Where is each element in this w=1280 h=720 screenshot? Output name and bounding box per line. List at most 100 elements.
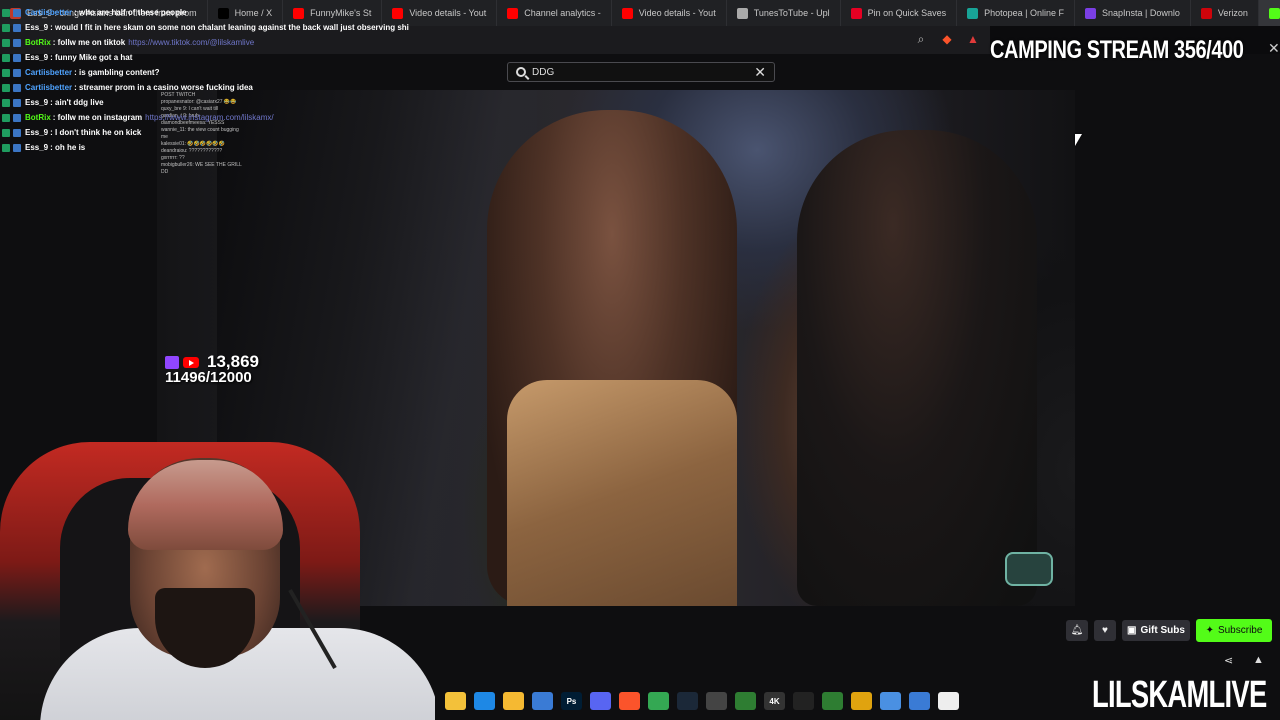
app2-icon[interactable] (735, 692, 756, 710)
search-box[interactable]: DDG ✕ (507, 62, 775, 82)
chat-username: BotRix (25, 38, 51, 47)
browser-tab[interactable]: Pin on Quick Saves (841, 0, 958, 26)
share-icon[interactable]: ⋖ (1224, 654, 1233, 667)
chat-username: Ess_9 (25, 53, 49, 62)
youtube-icon (183, 356, 199, 368)
chat-message: Ess_9: would I fit in here skam on some … (2, 20, 409, 35)
chat-username: Ess_9 (25, 23, 49, 32)
heart-icon: ♥ (1102, 625, 1108, 636)
embedded-chat-line: DD (161, 169, 169, 175)
chat-message: Cartiisbetter: streamer prom in a casino… (2, 80, 402, 95)
kick-badge-icon (2, 143, 10, 152)
kick-badge-icon (2, 8, 10, 17)
notification-bell-button[interactable]: 🔔︎ (1066, 620, 1088, 641)
chat-text: : would I fit in here skam on some non c… (50, 23, 409, 32)
brave-shield-icon[interactable]: ◆ (940, 32, 954, 46)
store-icon[interactable] (532, 692, 553, 710)
bell-icon: 🔔︎ (1070, 625, 1084, 636)
file-icon[interactable] (938, 692, 959, 710)
video-watermark-logo (1005, 552, 1053, 586)
4k-icon[interactable]: 4K (764, 692, 785, 710)
follow-heart-button[interactable]: ♥ (1094, 620, 1116, 641)
app3-icon[interactable] (793, 692, 814, 710)
folder-icon[interactable] (503, 692, 524, 710)
close-icon[interactable]: ✕ (1268, 40, 1280, 57)
steam-icon[interactable] (677, 692, 698, 710)
app-icon[interactable] (706, 692, 727, 710)
gift-subs-label: Gift Subs (1140, 625, 1185, 636)
chat-message: BotRix: follw me on instagram https://www… (2, 110, 402, 125)
photoshop-icon[interactable]: Ps (561, 692, 582, 710)
gift-icon: ▣ (1127, 625, 1137, 636)
doc-icon[interactable] (880, 692, 901, 710)
browser-tab[interactable]: Photopea | Online F (957, 0, 1076, 26)
kick-badge-icon (2, 38, 10, 47)
zoom-icon[interactable]: ⌕ (914, 32, 928, 46)
chat-username: Cartiisbetter (25, 83, 73, 92)
tab-label: SnapInsta | Downlo (1102, 8, 1180, 18)
mouse-cursor (1075, 134, 1082, 146)
tab-label: Channel analytics - (524, 8, 601, 18)
app6-icon[interactable] (909, 692, 930, 710)
chat-text: : ain't ddg live (50, 98, 104, 107)
search-icon (516, 67, 526, 77)
chat-message: Ess_9: oh he is (2, 140, 402, 155)
explorer-icon[interactable] (445, 692, 466, 710)
kick-badge-icon (2, 128, 10, 137)
stream-title: CAMPING STREAM 356/400 (990, 36, 1244, 64)
browser-tab[interactable]: DDG (1258, 0, 1280, 26)
chat-username: Ess_9 (25, 143, 49, 152)
screen: Ess_9 : cringe Asians ban them from prom… (0, 0, 1280, 720)
tab-favicon-icon (507, 7, 519, 19)
browser-tab[interactable]: Video details - Yout (612, 0, 727, 26)
browser-tab[interactable]: TunesToTube - Upl (727, 0, 841, 26)
tab-favicon-icon (1200, 7, 1212, 19)
tab-favicon-icon (967, 7, 979, 19)
chat-text: : is gambling content? (74, 68, 160, 77)
channel-brand: LILSKAMLIVE (1092, 674, 1267, 716)
user-badge-icon (13, 23, 21, 32)
app5-icon[interactable] (851, 692, 872, 710)
gift-subs-button[interactable]: ▣ Gift Subs (1122, 620, 1190, 641)
chat-text: : I don't think he on kick (50, 128, 142, 137)
report-icon[interactable]: ▲ (1253, 654, 1264, 666)
browser-tab[interactable]: SnapInsta | Downlo (1075, 0, 1191, 26)
user-badge-icon (13, 83, 21, 92)
subscribe-label: Subscribe (1217, 625, 1263, 636)
kick-badge-icon (2, 23, 10, 32)
brave-rewards-icon[interactable]: ▲ (966, 32, 980, 46)
brave-icon[interactable] (619, 692, 640, 710)
tab-favicon-icon (621, 7, 633, 19)
user-badge-icon (13, 143, 21, 152)
chat-message: Ess_9: ain't ddg live (2, 95, 402, 110)
chat-link[interactable]: https://www.instagram.com/lilskamx/ (145, 113, 273, 122)
app4-icon[interactable] (822, 692, 843, 710)
user-badge-icon (13, 8, 21, 17)
chrome-icon[interactable] (648, 692, 669, 710)
kick-badge-icon (2, 98, 10, 107)
chat-username: BotRix (25, 113, 51, 122)
video-dress (507, 380, 737, 606)
video-person-man (797, 130, 1037, 606)
browser-tab[interactable]: Verizon (1191, 0, 1259, 26)
chat-username: Cartiisbetter (25, 8, 73, 17)
edge-icon[interactable] (474, 692, 495, 710)
chat-message: Ess_9: I don't think he on kick (2, 125, 402, 140)
chat-link[interactable]: https://www.tiktok.com/@lilskamlive (128, 38, 254, 47)
tab-label: TunesToTube - Upl (753, 8, 830, 18)
tab-label: Verizon (1217, 8, 1248, 18)
chat-text: : oh he is (50, 143, 86, 152)
twitch-icon (165, 355, 179, 369)
discord-icon[interactable] (590, 692, 611, 710)
chat-message: BotRix: follw me on tiktok https://www.ti… (2, 35, 402, 50)
chat-text: : who are half of these people (74, 8, 187, 17)
user-badge-icon (13, 98, 21, 107)
user-badge-icon (13, 113, 21, 122)
tab-label: Pin on Quick Saves (867, 8, 947, 18)
clear-search-icon[interactable]: ✕ (754, 65, 766, 79)
browser-tab[interactable]: Channel analytics - (497, 0, 612, 26)
chat-username: Cartiisbetter (25, 68, 73, 77)
user-badge-icon (13, 128, 21, 137)
subscribe-button[interactable]: ✦ Subscribe (1196, 619, 1272, 642)
search-input[interactable]: DDG (532, 67, 748, 78)
